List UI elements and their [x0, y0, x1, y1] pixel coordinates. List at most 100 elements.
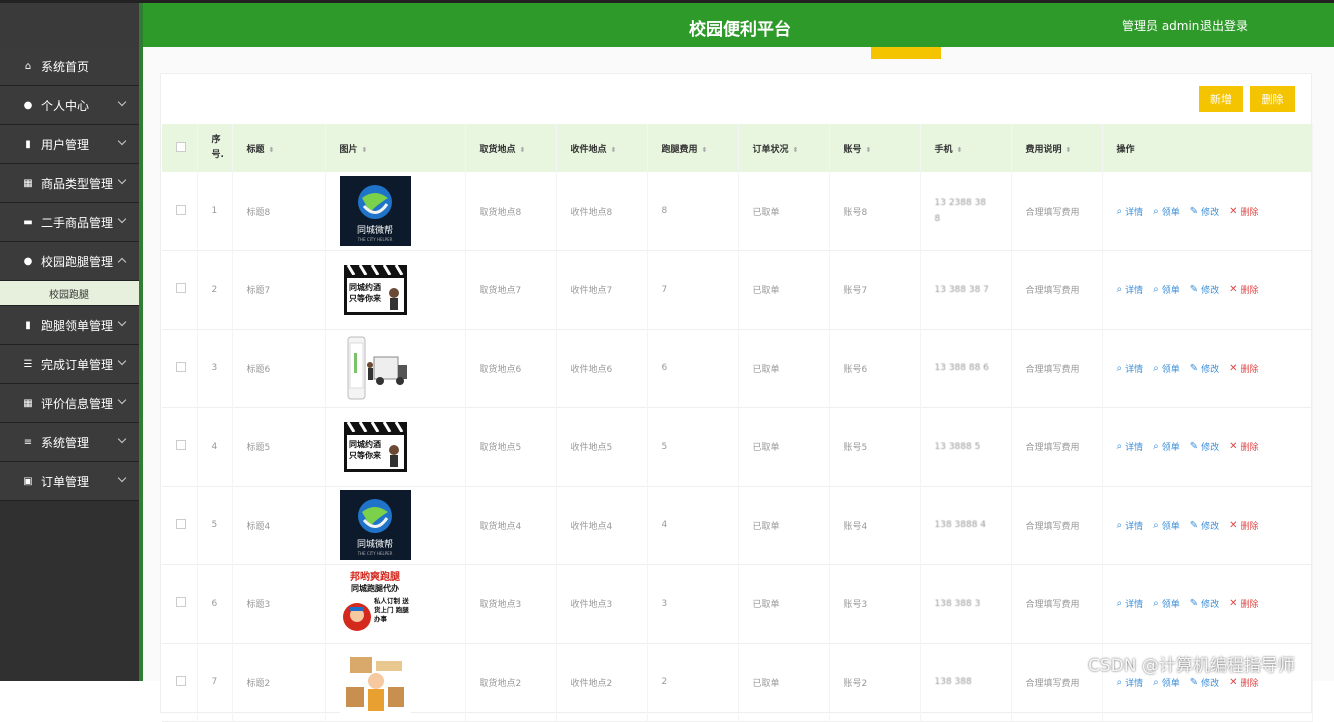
briefcase-icon: ▬: [23, 216, 33, 228]
phone-value: 138 388: [934, 677, 972, 688]
row-delete-button[interactable]: ✕ 删除: [1229, 440, 1258, 453]
sort-icon[interactable]: ⬍: [866, 146, 872, 154]
column-header[interactable]: 收件地点 ⬍: [556, 124, 648, 172]
row-checkbox[interactable]: [176, 283, 186, 294]
sort-icon[interactable]: ⬍: [793, 146, 799, 154]
svg-text:THE CITY HELPER: THE CITY HELPER: [356, 237, 392, 242]
column-header[interactable]: 跑腿费用 ⬍: [647, 124, 739, 172]
column-header[interactable]: 账号 ⬍: [829, 124, 921, 172]
sort-icon[interactable]: ⬍: [520, 146, 526, 154]
take-order-button[interactable]: ⌕ 领单: [1153, 597, 1180, 610]
row-delete-button[interactable]: ✕ 删除: [1229, 676, 1258, 689]
add-button[interactable]: 新增: [1199, 86, 1243, 112]
column-header-label: 订单状况: [752, 144, 789, 155]
sort-icon[interactable]: ⬍: [362, 146, 368, 154]
sidebar-item[interactable]: ● 个人中心: [0, 86, 139, 125]
sidebar-item[interactable]: ▬ 二手商品管理: [0, 203, 139, 242]
row-delete-button[interactable]: ✕ 删除: [1229, 519, 1258, 532]
sidebar-subitem[interactable]: 校园跑腿: [0, 281, 139, 306]
edit-button[interactable]: ✎ 修改: [1190, 676, 1219, 689]
delete-label: 删除: [1240, 207, 1259, 218]
detail-button[interactable]: ⌕ 详情: [1117, 440, 1144, 453]
sidebar-item[interactable]: ▦ 商品类型管理: [0, 164, 139, 203]
sort-icon[interactable]: ⬍: [702, 146, 708, 154]
sidebar-item[interactable]: ● 校园跑腿管理: [0, 242, 139, 281]
cell-fee: 3: [647, 564, 739, 643]
sidebar: ⌂ 系统首页 ● 个人中心 ▮ 用户管理 ▦ 商品类型管理 ▬ 二手商品管理 ● 校园跑腿管理 校园跑腿…: [0, 3, 139, 681]
detail-button[interactable]: ⌕ 详情: [1117, 597, 1144, 610]
sidebar-item[interactable]: ▣ 订单管理: [0, 462, 139, 501]
cell-status: 已取单: [738, 329, 830, 408]
cell-image: 同城约酒 只等你来: [325, 407, 466, 486]
detail-button[interactable]: ⌕ 详情: [1117, 519, 1144, 532]
take-order-button[interactable]: ⌕ 领单: [1153, 283, 1180, 296]
cell-fee: 5: [647, 407, 739, 486]
detail-button[interactable]: ⌕ 详情: [1117, 676, 1144, 689]
pencil-icon: ✎: [1189, 205, 1199, 217]
cell-destination: 收件地点8: [556, 172, 648, 251]
logout-link[interactable]: 退出登录: [1200, 17, 1248, 34]
svg-text:邦哟爽跑腿: 邦哟爽跑腿: [350, 570, 401, 583]
cell-account: 账号5: [829, 407, 921, 486]
close-icon: ✕: [1229, 205, 1238, 217]
sidebar-item[interactable]: ▮ 用户管理: [0, 125, 139, 164]
sidebar-item-label: 用户管理: [41, 137, 90, 152]
sort-icon[interactable]: ⬍: [957, 146, 963, 154]
select-all-checkbox[interactable]: [176, 141, 186, 152]
edit-button[interactable]: ✎ 修改: [1190, 362, 1219, 375]
sort-icon[interactable]: ⬍: [1066, 146, 1072, 154]
take-order-button[interactable]: ⌕ 领单: [1153, 362, 1180, 375]
row-checkbox[interactable]: [176, 361, 186, 372]
column-header[interactable]: 标题 ⬍: [232, 124, 326, 172]
detail-button[interactable]: ⌕ 详情: [1117, 283, 1144, 296]
cell-image: [325, 643, 466, 722]
row-delete-button[interactable]: ✕ 删除: [1229, 283, 1258, 296]
edit-button[interactable]: ✎ 修改: [1190, 283, 1219, 296]
sort-icon[interactable]: ⬍: [269, 146, 275, 154]
cell-no: 6: [197, 564, 233, 643]
search-icon: ⌕: [1116, 284, 1123, 296]
phone-value: 13 2388 38 8: [934, 198, 987, 224]
row-delete-button[interactable]: ✕ 删除: [1229, 362, 1258, 375]
edit-button[interactable]: ✎ 修改: [1190, 205, 1219, 218]
column-header-label: 账号: [843, 144, 862, 155]
phone-value: 138 388 3: [934, 598, 981, 609]
take-order-button[interactable]: ⌕ 领单: [1153, 440, 1180, 453]
cell-pickup: 取货地点2: [465, 643, 557, 722]
cell-destination: 收件地点5: [556, 407, 648, 486]
row-checkbox[interactable]: [176, 597, 186, 608]
take-order-button[interactable]: ⌕ 领单: [1153, 205, 1180, 218]
cell-account: 账号8: [829, 172, 921, 251]
chevron-down-icon: [117, 395, 127, 405]
sidebar-item[interactable]: ≡ 系统管理: [0, 423, 139, 462]
sidebar-item[interactable]: ▦ 评价信息管理: [0, 384, 139, 423]
column-header[interactable]: 图片 ⬍: [325, 124, 466, 172]
column-header[interactable]: 取货地点 ⬍: [465, 124, 557, 172]
detail-button[interactable]: ⌕ 详情: [1117, 205, 1144, 218]
row-checkbox[interactable]: [176, 440, 186, 451]
cell-title: 标题2: [232, 643, 326, 722]
sidebar-item[interactable]: ▮ 跑腿领单管理: [0, 306, 139, 345]
cell-no: 7: [197, 643, 233, 722]
sort-icon[interactable]: ⬍: [611, 146, 617, 154]
edit-button[interactable]: ✎ 修改: [1190, 597, 1219, 610]
row-delete-button[interactable]: ✕ 删除: [1229, 597, 1258, 610]
detail-button[interactable]: ⌕ 详情: [1117, 362, 1144, 375]
delete-button[interactable]: 删除: [1250, 86, 1295, 112]
column-header[interactable]: 手机 ⬍: [920, 124, 1012, 172]
search-tab-stub[interactable]: [871, 47, 941, 59]
table-body: 1 标题8 同城微帮 THE CITY HELPER 取货地点8 收件地点8 8…: [162, 172, 1313, 722]
column-header[interactable]: 费用说明 ⬍: [1011, 124, 1103, 172]
row-checkbox[interactable]: [176, 518, 186, 529]
edit-button[interactable]: ✎ 修改: [1190, 440, 1219, 453]
edit-button[interactable]: ✎ 修改: [1190, 519, 1219, 532]
column-header-label: 图片: [339, 144, 358, 155]
sidebar-item[interactable]: ⌂ 系统首页: [0, 47, 139, 86]
phone-value: 13 388 88 6: [934, 363, 989, 374]
column-header[interactable]: 订单状况 ⬍: [738, 124, 830, 172]
take-order-button[interactable]: ⌕ 领单: [1153, 519, 1180, 532]
take-order-button[interactable]: ⌕ 领单: [1153, 676, 1180, 689]
row-checkbox[interactable]: [176, 204, 186, 215]
sidebar-item[interactable]: ☰ 完成订单管理: [0, 345, 139, 384]
row-delete-button[interactable]: ✕ 删除: [1229, 205, 1258, 218]
